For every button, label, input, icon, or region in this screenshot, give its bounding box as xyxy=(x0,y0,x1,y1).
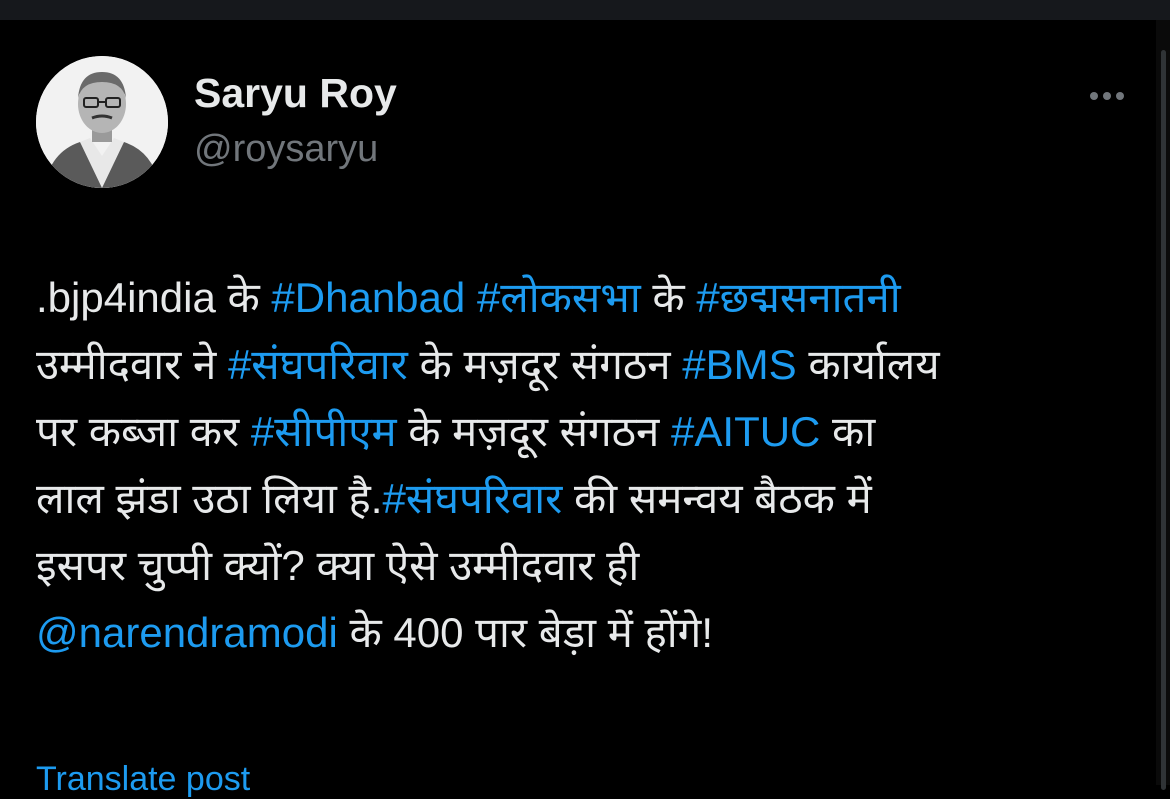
author-handle[interactable]: @roysaryu xyxy=(194,128,378,171)
avatar[interactable] xyxy=(36,56,168,188)
text-segment: के मज़दूर संगठन xyxy=(396,408,672,455)
text-segment: .bjp4india के xyxy=(36,274,272,321)
mention-link[interactable]: @narendramodi xyxy=(36,609,338,656)
scrollbar-track[interactable] xyxy=(1156,20,1170,790)
text-segment: पर कब्जा कर xyxy=(36,408,251,455)
author-display-name[interactable]: Saryu Roy xyxy=(194,70,397,117)
text-segment: इसपर चुप्पी क्यों? क्या ऐसे उम्मीदवार ही xyxy=(36,542,640,589)
translate-post-link[interactable]: Translate post xyxy=(36,760,250,799)
avatar-portrait-image xyxy=(36,56,168,188)
tweet-line: इसपर चुप्पी क्यों? क्या ऐसे उम्मीदवार ही xyxy=(36,532,1136,599)
top-bar xyxy=(0,0,1170,20)
hashtag-link[interactable]: #लोकसभा xyxy=(477,274,641,321)
tweet-line: @narendramodi के 400 पार बेड़ा में होंगे… xyxy=(36,599,1136,666)
hashtag-link[interactable]: #संघपरिवार xyxy=(382,475,562,522)
text-segment xyxy=(465,274,477,321)
hashtag-link[interactable]: #संघपरिवार xyxy=(228,341,408,388)
scrollbar-thumb[interactable] xyxy=(1161,50,1166,790)
more-horizontal-icon xyxy=(1103,92,1111,100)
text-segment: के xyxy=(640,274,697,321)
tweet-line: .bjp4india के #Dhanbad #लोकसभा के #छद्मस… xyxy=(36,264,1136,331)
more-horizontal-icon xyxy=(1090,92,1098,100)
text-segment: की समन्वय बैठक में xyxy=(562,475,872,522)
text-segment: लाल झंडा उठा लिया है. xyxy=(36,475,383,522)
hashtag-link[interactable]: #छद्मसनातनी xyxy=(696,274,900,321)
hashtag-link[interactable]: #Dhanbad xyxy=(271,274,465,321)
tweet-line: लाल झंडा उठा लिया है.#संघपरिवार की समन्व… xyxy=(36,465,1136,532)
text-segment: का xyxy=(820,408,876,455)
hashtag-link[interactable]: #BMS xyxy=(682,341,796,388)
text-segment: उम्मीदवार ने xyxy=(36,341,228,388)
text-segment: के 400 पार बेड़ा में होंगे! xyxy=(337,609,713,656)
more-horizontal-icon xyxy=(1116,92,1124,100)
text-segment: कार्यालय xyxy=(796,341,940,388)
tweet-line: उम्मीदवार ने #संघपरिवार के मज़दूर संगठन … xyxy=(36,331,1136,398)
text-segment: के मज़दूर संगठन xyxy=(407,341,683,388)
tweet-text: .bjp4india के #Dhanbad #लोकसभा के #छद्मस… xyxy=(36,264,1136,666)
tweet-line: पर कब्जा कर #सीपीएम के मज़दूर संगठन #AIT… xyxy=(36,398,1136,465)
hashtag-link[interactable]: #AITUC xyxy=(671,408,820,455)
hashtag-link[interactable]: #सीपीएम xyxy=(251,408,397,455)
more-options-button[interactable] xyxy=(1078,76,1136,116)
